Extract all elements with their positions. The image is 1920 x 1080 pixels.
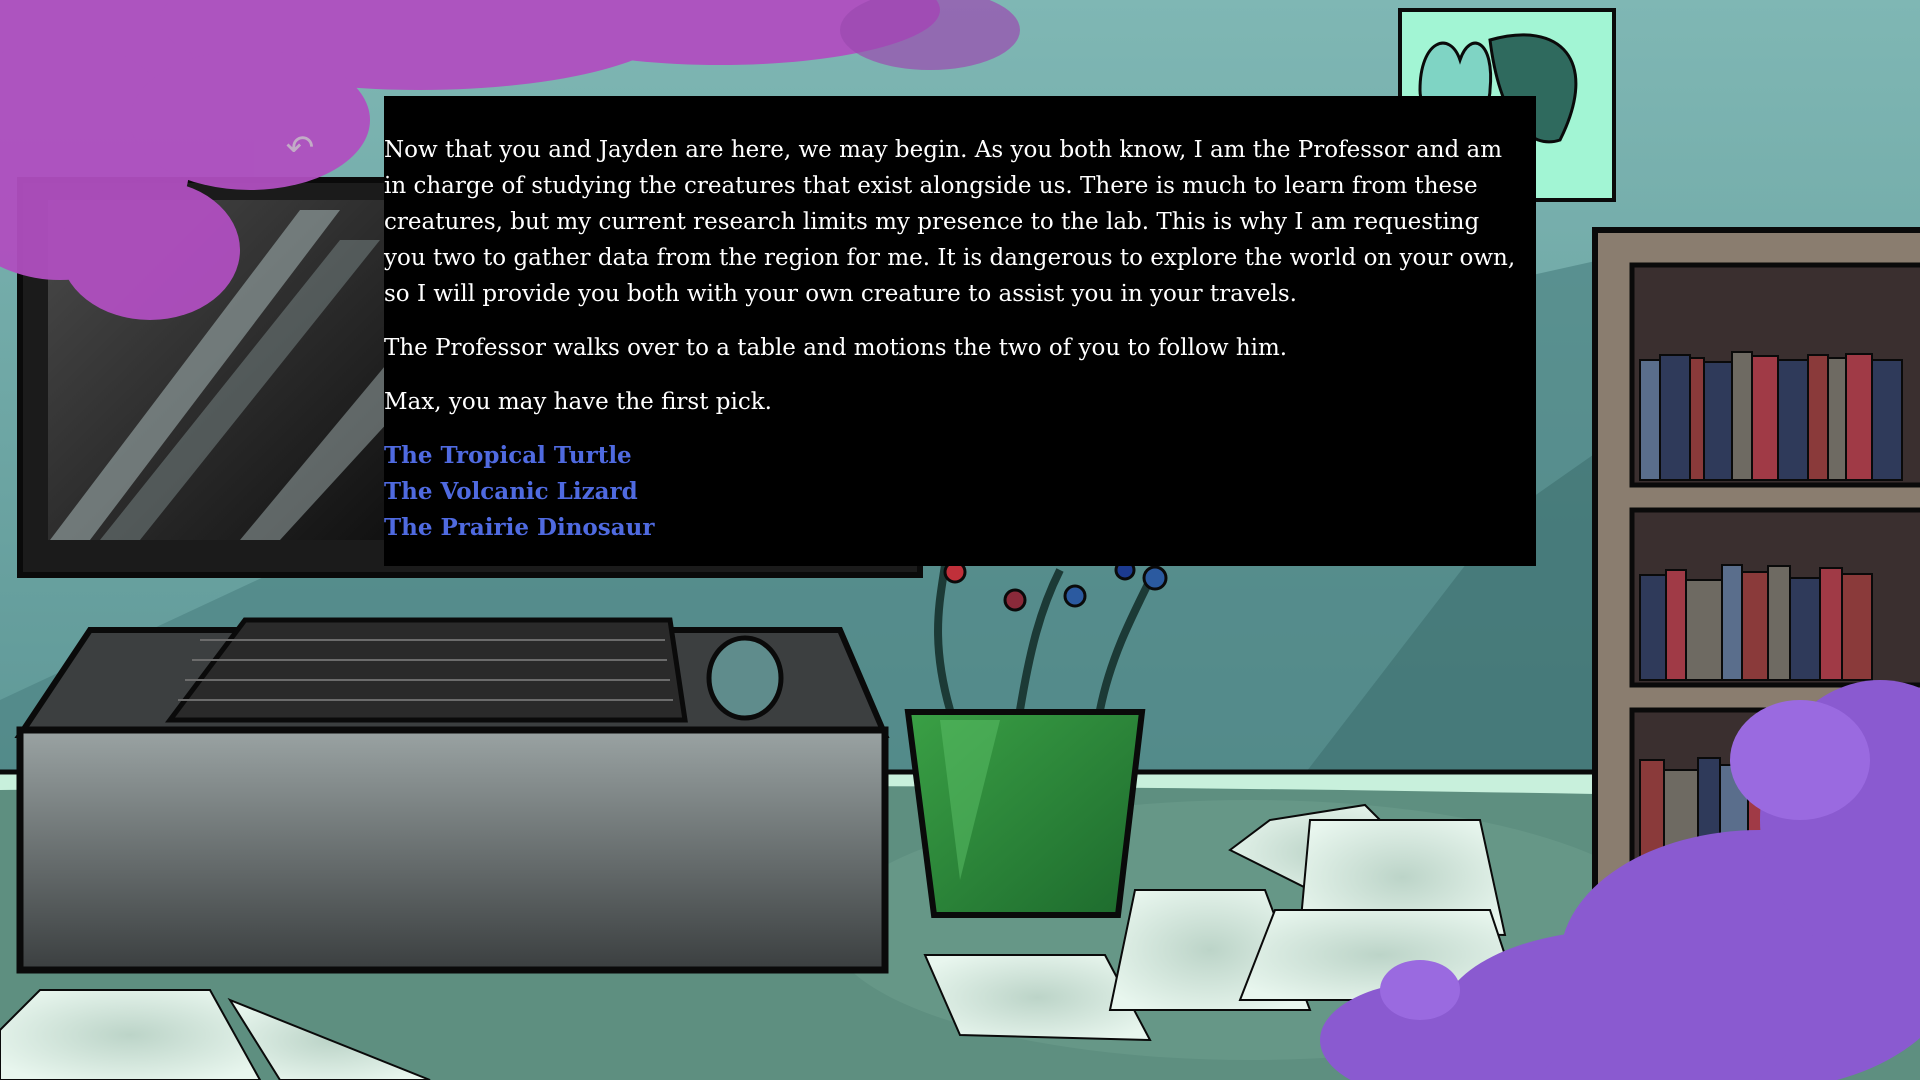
choice-prairie-dinosaur[interactable]: The Prairie Dinosaur — [384, 510, 1536, 546]
passage-paragraph: Now that you and Jayden are here, we may… — [384, 137, 1516, 307]
passage-paragraph: The Professor walks over to a table and … — [384, 335, 1288, 361]
undo-arrow-icon: ↶ — [285, 128, 315, 168]
undo-button[interactable]: ↶ — [270, 128, 330, 168]
mouse — [706, 635, 784, 721]
keyboard — [165, 617, 688, 723]
passage-paragraph: Max, you may have the first pick. — [384, 389, 772, 415]
choice-tropical-turtle[interactable]: The Tropical Turtle — [384, 438, 1536, 474]
story-passage: Now that you and Jayden are here, we may… — [384, 96, 1536, 566]
choice-list: The Tropical Turtle The Volcanic Lizard … — [384, 438, 1536, 546]
desk-body — [16, 726, 889, 974]
choice-volcanic-lizard[interactable]: The Volcanic Lizard — [384, 474, 1536, 510]
